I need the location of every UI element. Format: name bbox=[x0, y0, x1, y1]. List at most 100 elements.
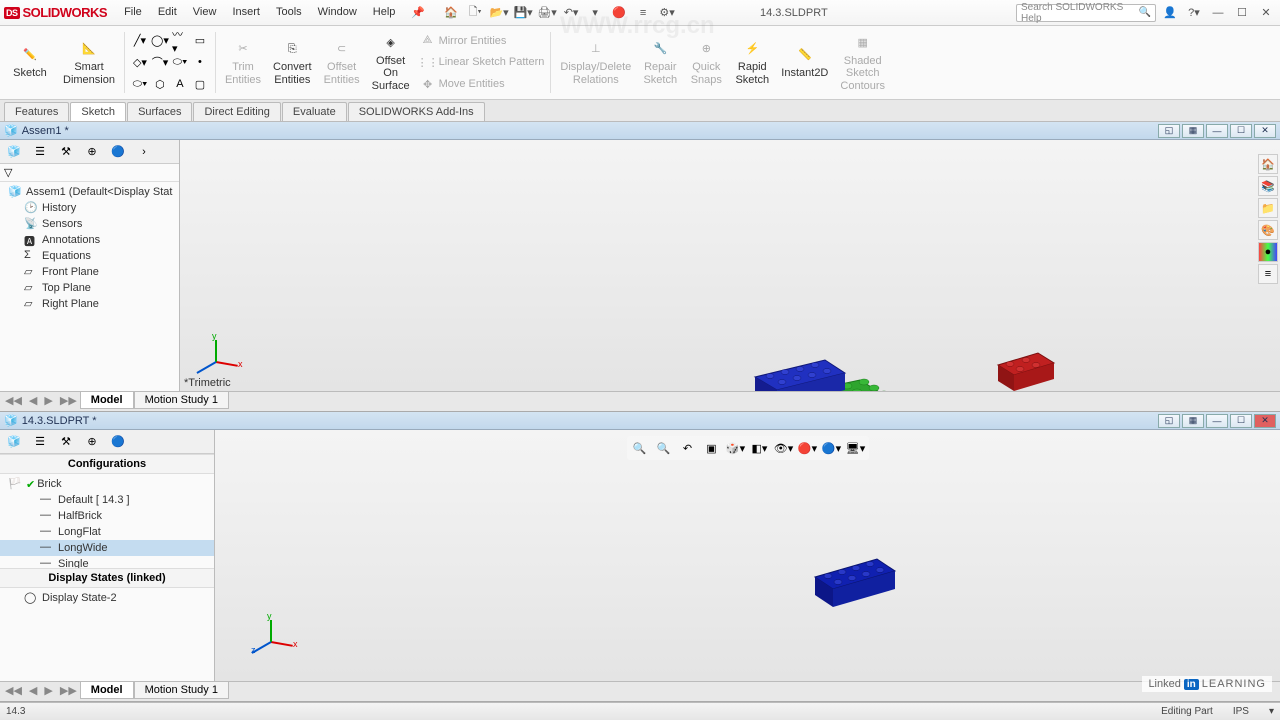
new-icon[interactable]: 🗋▾ bbox=[464, 3, 486, 23]
config-single[interactable]: —Single bbox=[0, 556, 214, 568]
file-explorer-icon[interactable]: 📁 bbox=[1258, 198, 1278, 218]
appearance-icon[interactable]: 🔴▾ bbox=[797, 438, 819, 458]
tab-nav-first-icon[interactable]: ◀◀ bbox=[2, 682, 25, 699]
display-style-icon[interactable]: ◧▾ bbox=[749, 438, 771, 458]
plane-icon[interactable]: ▢ bbox=[191, 75, 209, 93]
tab-nav-prev-icon[interactable]: ◀ bbox=[26, 682, 40, 699]
circle-icon[interactable]: ◯▾ bbox=[151, 32, 169, 50]
options-icon[interactable]: ≡ bbox=[632, 3, 654, 23]
tab-nav-next-icon[interactable]: ▶ bbox=[41, 682, 55, 699]
menu-file[interactable]: File bbox=[117, 4, 149, 21]
tree-history[interactable]: 🕑History bbox=[0, 200, 179, 216]
pane-tile-icon[interactable]: ▦ bbox=[1182, 414, 1204, 428]
minimize-icon[interactable]: — bbox=[1208, 5, 1228, 21]
tree-root[interactable]: 🧊Assem1 (Default<Display Stat bbox=[0, 184, 179, 200]
tab-features[interactable]: Features bbox=[4, 102, 69, 121]
arc-icon[interactable]: ⌒▾ bbox=[151, 53, 169, 71]
pane-restore-icon[interactable]: ◱ bbox=[1158, 414, 1180, 428]
spline-icon[interactable]: 〰▾ bbox=[171, 32, 189, 50]
model-tab[interactable]: Model bbox=[80, 682, 134, 699]
display-tab-icon[interactable]: 🔵 bbox=[106, 142, 130, 162]
model-tab[interactable]: Model bbox=[80, 392, 134, 409]
convert-button[interactable]: ⎘ Convert Entities bbox=[268, 28, 317, 97]
corner-rect-icon[interactable]: ◇▾ bbox=[131, 53, 149, 71]
menu-insert[interactable]: Insert bbox=[225, 4, 267, 21]
rebuild-icon[interactable]: 🔴 bbox=[608, 3, 630, 23]
pane-minimize-icon[interactable]: — bbox=[1206, 414, 1228, 428]
slot-icon[interactable]: ⬭▾ bbox=[131, 75, 149, 93]
feature-tree-tab-icon[interactable]: 🧊 bbox=[2, 142, 26, 162]
menu-pin-icon[interactable]: 📌 bbox=[404, 4, 432, 21]
close-icon[interactable]: ✕ bbox=[1256, 5, 1276, 21]
tab-sketch[interactable]: Sketch bbox=[70, 102, 126, 121]
dimxpert-tab-icon[interactable]: ⊕ bbox=[80, 142, 104, 162]
help-search[interactable]: Search SOLIDWORKS Help 🔍 bbox=[1016, 4, 1156, 22]
tab-nav-next-icon[interactable]: ▶ bbox=[41, 392, 55, 409]
rectangle-icon[interactable]: ▭ bbox=[191, 32, 209, 50]
part-viewport[interactable]: 🔍 🔍 ↶ ▣ 🎲▾ ◧▾ 👁▾ 🔴▾ 🔵▾ 🖥▾ bbox=[215, 430, 1280, 681]
display-tab-icon[interactable]: 🔵 bbox=[106, 432, 130, 452]
menu-tools[interactable]: Tools bbox=[269, 4, 309, 21]
instant2d-button[interactable]: 📏 Instant2D bbox=[776, 28, 833, 97]
sketch-button[interactable]: ✏️ Sketch bbox=[4, 28, 56, 97]
tree-top-plane[interactable]: ▱Top Plane bbox=[0, 280, 179, 296]
custom-props-icon[interactable]: ≡ bbox=[1258, 264, 1278, 284]
prev-view-icon[interactable]: ↶ bbox=[677, 438, 699, 458]
polygon-icon[interactable]: ⬡ bbox=[151, 75, 169, 93]
status-units[interactable]: IPS bbox=[1233, 706, 1249, 717]
tab-evaluate[interactable]: Evaluate bbox=[282, 102, 347, 121]
tree-equations[interactable]: ΣEquations bbox=[0, 248, 179, 264]
menu-help[interactable]: Help bbox=[366, 4, 403, 21]
motion-study-tab[interactable]: Motion Study 1 bbox=[134, 682, 229, 699]
tab-surfaces[interactable]: Surfaces bbox=[127, 102, 192, 121]
offset-surface-button[interactable]: ◈ Offset On Surface bbox=[367, 28, 415, 97]
rapid-sketch-button[interactable]: ⚡ Rapid Sketch bbox=[730, 28, 774, 97]
config-tab-icon[interactable]: ⚒ bbox=[54, 432, 78, 452]
tab-nav-first-icon[interactable]: ◀◀ bbox=[2, 392, 25, 409]
undo-icon[interactable]: ↶▾ bbox=[560, 3, 582, 23]
view-palette-icon[interactable]: 🎨 bbox=[1258, 220, 1278, 240]
menu-view[interactable]: View bbox=[186, 4, 224, 21]
tab-nav-last-icon[interactable]: ▶▶ bbox=[57, 682, 80, 699]
expand-icon[interactable]: › bbox=[132, 142, 156, 162]
motion-study-tab[interactable]: Motion Study 1 bbox=[134, 392, 229, 409]
status-expand-icon[interactable]: ▾ bbox=[1269, 706, 1274, 717]
config-halfbrick[interactable]: —HalfBrick bbox=[0, 508, 214, 524]
config-longwide[interactable]: —LongWide bbox=[0, 540, 214, 556]
ellipse-icon[interactable]: ⬭▾ bbox=[171, 53, 189, 71]
tree-front-plane[interactable]: ▱Front Plane bbox=[0, 264, 179, 280]
maximize-icon[interactable]: ☐ bbox=[1232, 5, 1252, 21]
tree-annotations[interactable]: 🅰Annotations bbox=[0, 232, 179, 248]
design-library-icon[interactable]: 📚 bbox=[1258, 176, 1278, 196]
config-root[interactable]: 🏳️✔Brick bbox=[0, 476, 214, 492]
property-tab-icon[interactable]: ☰ bbox=[28, 432, 52, 452]
view-settings-icon[interactable]: 🖥▾ bbox=[845, 438, 867, 458]
pane-close-icon[interactable]: ✕ bbox=[1254, 124, 1276, 138]
pane-maximize-icon[interactable]: ☐ bbox=[1230, 124, 1252, 138]
smart-dimension-button[interactable]: 📐 Smart Dimension bbox=[58, 28, 120, 97]
resources-icon[interactable]: 🏠 bbox=[1258, 154, 1278, 174]
zoom-fit-icon[interactable]: 🔍 bbox=[629, 438, 651, 458]
config-default[interactable]: —Default [ 14.3 ] bbox=[0, 492, 214, 508]
settings-icon[interactable]: ⚙▾ bbox=[656, 3, 678, 23]
filter-icon[interactable]: ▽ bbox=[4, 167, 12, 179]
section-view-icon[interactable]: ▣ bbox=[701, 438, 723, 458]
tab-nav-last-icon[interactable]: ▶▶ bbox=[57, 392, 80, 409]
zoom-area-icon[interactable]: 🔍 bbox=[653, 438, 675, 458]
hide-show-icon[interactable]: 👁▾ bbox=[773, 438, 795, 458]
assembly-viewport[interactable]: x y *Trimetric bbox=[180, 140, 1280, 391]
tree-sensors[interactable]: 📡Sensors bbox=[0, 216, 179, 232]
scene-icon[interactable]: 🔵▾ bbox=[821, 438, 843, 458]
point-icon[interactable]: • bbox=[191, 53, 209, 71]
text-icon[interactable]: A bbox=[171, 75, 189, 93]
line-icon[interactable]: ╱▾ bbox=[131, 32, 149, 50]
save-icon[interactable]: 💾▾ bbox=[512, 3, 534, 23]
print-icon[interactable]: 🖨▾ bbox=[536, 3, 558, 23]
dimxpert-tab-icon[interactable]: ⊕ bbox=[80, 432, 104, 452]
config-tab-icon[interactable]: ⚒ bbox=[54, 142, 78, 162]
pane-maximize-icon[interactable]: ☐ bbox=[1230, 414, 1252, 428]
help-icon[interactable]: ?▾ bbox=[1184, 5, 1204, 21]
config-longflat[interactable]: —LongFlat bbox=[0, 524, 214, 540]
select-icon[interactable]: ▾ bbox=[584, 3, 606, 23]
tab-direct-editing[interactable]: Direct Editing bbox=[193, 102, 280, 121]
